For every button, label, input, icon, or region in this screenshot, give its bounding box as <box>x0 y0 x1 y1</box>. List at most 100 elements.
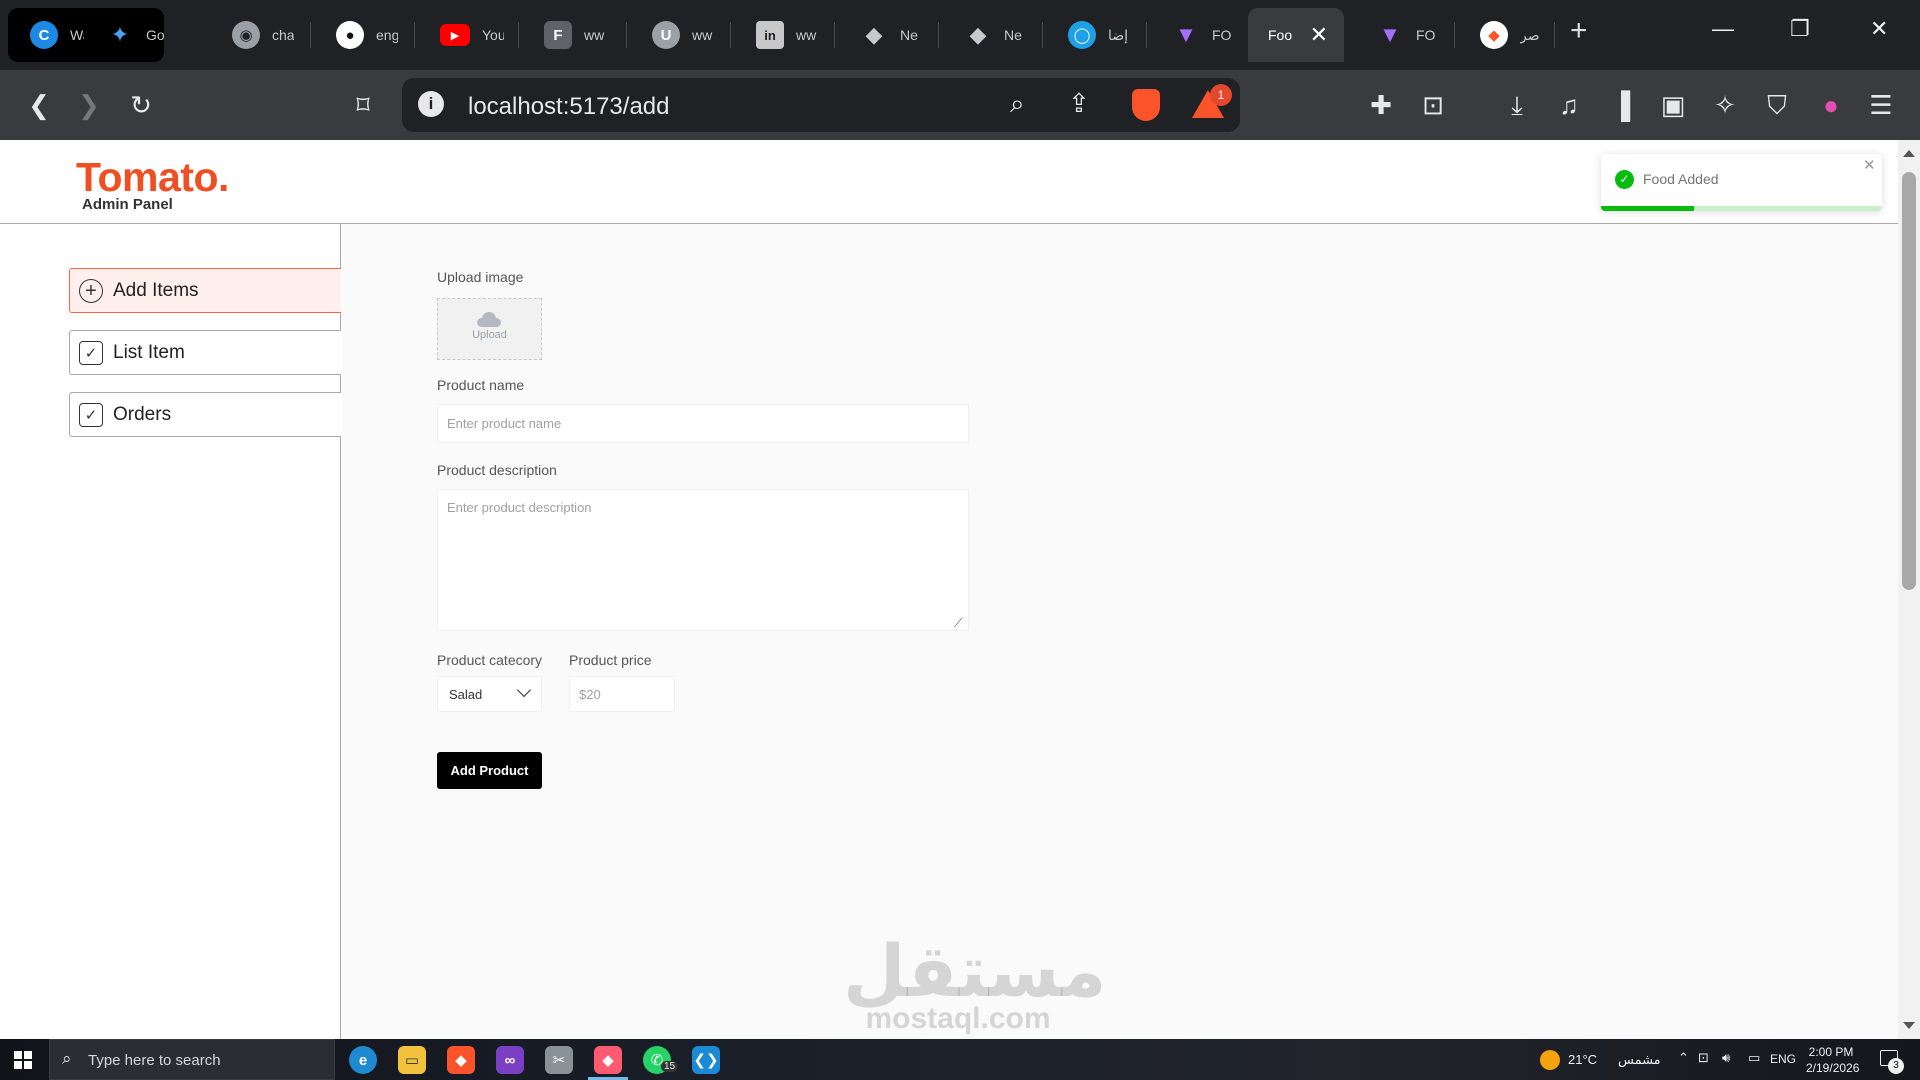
resize-handle-icon[interactable]: ⟋ <box>954 616 962 631</box>
edge-icon[interactable]: e <box>349 1046 377 1074</box>
leo-ai-icon[interactable]: ✧ <box>1706 86 1744 124</box>
toast-progress-bar <box>1601 206 1694 211</box>
weather-temperature[interactable]: 21°C <box>1568 1052 1597 1067</box>
browser-tab-active[interactable]: Foo ✕ <box>1248 8 1344 62</box>
browser-tab[interactable]: ◆ صر <box>1458 8 1548 62</box>
browser-tab[interactable]: in ww <box>734 8 824 62</box>
clock[interactable]: 2:00 PM 2/19/2026 <box>1806 1044 1859 1076</box>
windows-start-icon[interactable] <box>14 1051 32 1069</box>
scrollbar-thumb[interactable] <box>1902 172 1916 590</box>
sidebar-item-add-items[interactable]: + Add Items <box>69 268 341 313</box>
reload-icon[interactable]: ↻ <box>122 86 160 124</box>
upload-text: Upload <box>472 329 507 341</box>
browser-tab[interactable]: ◉ cha <box>210 8 300 62</box>
browser-tab[interactable]: ▶ You <box>418 8 508 62</box>
taskbar-search[interactable]: ⌕ Type here to search <box>49 1039 335 1080</box>
browser-tab[interactable]: ✦ Go <box>84 8 164 62</box>
browser-tab[interactable]: U ww <box>630 8 720 62</box>
scroll-up-icon[interactable] <box>1903 150 1915 157</box>
add-product-form: Upload image Upload Product name Product… <box>342 224 1898 1039</box>
watermark-latin: mostaql.com <box>865 1002 1051 1035</box>
product-category-select[interactable]: Salad <box>437 676 542 712</box>
tab-title: FO <box>1212 27 1232 43</box>
browser-tab[interactable]: ● eng <box>314 8 404 62</box>
network-icon[interactable]: ⊡ <box>1698 1050 1709 1066</box>
weather-sun-icon[interactable] <box>1540 1050 1560 1070</box>
vscode-icon[interactable]: ❮❯ <box>692 1046 720 1074</box>
menu-icon[interactable]: ☰ <box>1862 86 1900 124</box>
add-product-button[interactable]: Add Product <box>437 752 542 789</box>
sidebar-item-orders[interactable]: ✓ Orders <box>69 392 341 437</box>
language-indicator[interactable]: ENG <box>1770 1052 1796 1066</box>
tab-separator <box>414 22 415 48</box>
new-tab-icon[interactable]: + <box>1570 14 1588 48</box>
volume-icon[interactable]: 🔊︎ <box>1722 1050 1730 1066</box>
restore-icon[interactable]: ❐ <box>1790 16 1810 42</box>
product-description-input[interactable] <box>437 489 969 631</box>
extensions-icon[interactable]: ✚ <box>1362 86 1400 124</box>
brave-icon[interactable]: ◆ <box>447 1046 475 1074</box>
vite-icon: ▼ <box>1379 22 1401 47</box>
search-icon: ⌕ <box>62 1049 72 1068</box>
tab-favicon-icon: ◯ <box>1068 21 1096 49</box>
snipping-tool-icon[interactable]: ✂ <box>545 1046 573 1074</box>
file-explorer-icon[interactable]: ▭ <box>398 1046 426 1074</box>
page-scrollbar[interactable] <box>1898 140 1920 1039</box>
vpn-icon[interactable]: ⛉ <box>1758 86 1796 124</box>
wallet-icon[interactable]: ▣ <box>1654 86 1692 124</box>
chevron-up-icon[interactable]: ⌃ <box>1678 1050 1689 1066</box>
brave-shields-icon[interactable] <box>1132 89 1160 121</box>
watermark: مستقل mostaql.com <box>843 929 1107 1035</box>
url-text[interactable]: localhost:5173/add <box>468 93 670 121</box>
sidebar-item-label: Add Items <box>113 279 199 301</box>
figma-icon: F <box>544 21 572 49</box>
browser-tab[interactable]: ▼ FO <box>1354 8 1444 62</box>
taskbar-search-placeholder: Type here to search <box>88 1052 221 1069</box>
close-tab-icon[interactable]: ✕ <box>1310 22 1328 48</box>
product-price-label: Product price <box>569 652 652 668</box>
watermark-arabic: مستقل <box>843 929 1107 1013</box>
toast-notification[interactable]: ✓ Food Added ✕ <box>1601 154 1882 211</box>
close-icon[interactable]: ✕ <box>1863 156 1876 174</box>
share-icon[interactable]: ⇪ <box>1068 88 1090 119</box>
product-price-input[interactable] <box>569 676 675 712</box>
chevron-down-icon <box>516 682 532 698</box>
sidebar-icon[interactable]: ▐ <box>1602 86 1640 124</box>
weather-description[interactable]: مشمس <box>1618 1052 1661 1068</box>
browser-tab[interactable]: ▼ FO <box>1150 8 1240 62</box>
product-name-label: Product name <box>437 377 525 393</box>
web-page: Tomato. Admin Panel + Add Items ✓ List I… <box>0 140 1898 1039</box>
check-circle-icon: ✓ <box>1615 170 1634 189</box>
browser-tab[interactable]: ◯ إضا <box>1046 8 1136 62</box>
back-icon[interactable]: ❮ <box>20 86 58 124</box>
close-window-icon[interactable]: ✕ <box>1870 16 1888 42</box>
scroll-down-icon[interactable] <box>1903 1022 1915 1029</box>
toast-message: Food Added <box>1643 171 1719 187</box>
upload-image-dropzone[interactable]: Upload <box>437 298 542 360</box>
download-icon[interactable]: ⤓ <box>1498 86 1536 124</box>
address-bar[interactable]: i localhost:5173/add ⌕ ⇪ 1 <box>402 78 1240 132</box>
media-icon[interactable]: ♫ <box>1550 86 1588 124</box>
forward-icon[interactable]: ❯ <box>70 86 108 124</box>
browser-tab[interactable]: ◆ Ne <box>838 8 928 62</box>
brave-icon: ◆ <box>1480 21 1508 49</box>
brave-icon[interactable]: ◆ <box>594 1046 622 1074</box>
site-info-icon[interactable]: i <box>418 91 444 117</box>
sidebar-item-list-item[interactable]: ✓ List Item <box>69 330 341 375</box>
screenshot-icon[interactable]: ⊡ <box>1414 86 1452 124</box>
upload-image-label: Upload image <box>437 269 524 285</box>
browser-tab[interactable]: C Wa <box>8 8 84 62</box>
visual-studio-icon[interactable]: ∞ <box>496 1046 524 1074</box>
minimize-icon[interactable]: — <box>1712 16 1734 42</box>
product-name-input[interactable] <box>437 404 969 443</box>
tab-title: cha <box>272 27 294 43</box>
battery-icon[interactable]: ▭ <box>1748 1050 1760 1066</box>
browser-tab[interactable]: F ww <box>522 8 612 62</box>
zoom-icon[interactable]: ⌕ <box>1010 88 1025 120</box>
bookmark-icon[interactable]: ⌑ <box>344 86 382 124</box>
tab-separator <box>834 22 835 48</box>
profile-icon[interactable]: ● <box>1812 86 1850 124</box>
logo[interactable]: Tomato. <box>76 154 229 201</box>
cloud-upload-icon <box>477 312 501 327</box>
browser-tab[interactable]: ◆ Ne <box>942 8 1032 62</box>
